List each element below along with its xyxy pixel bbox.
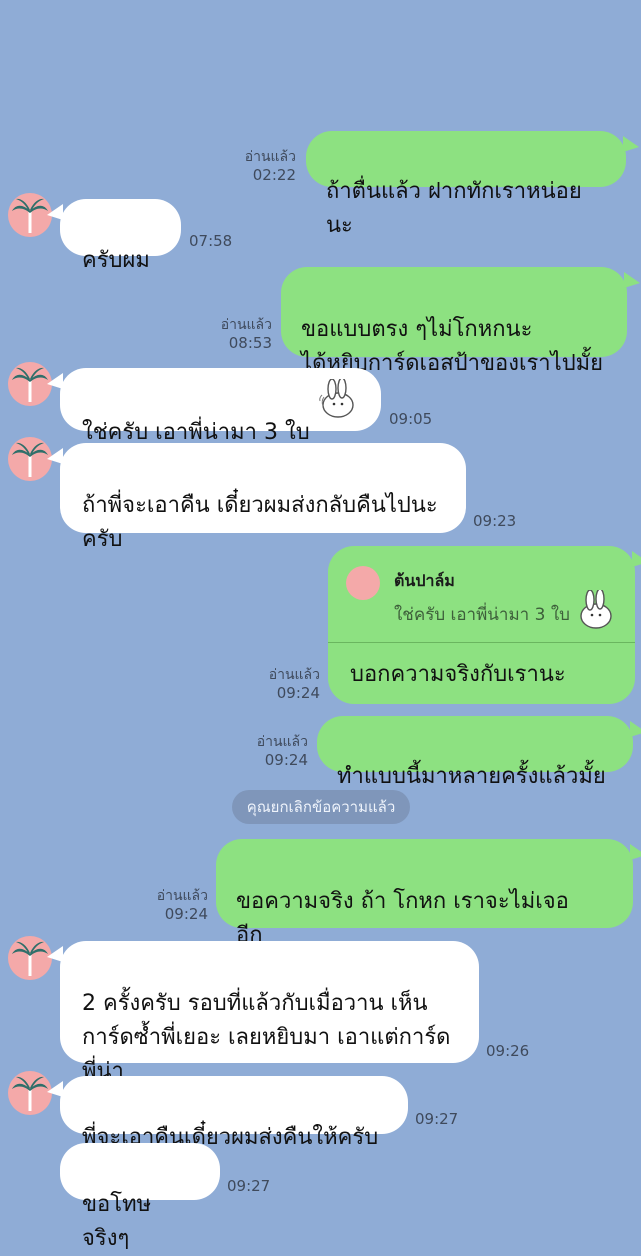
message-bubble-outgoing[interactable]: ถ้าตื่นแล้ว ฝากทักเราหน่อยนะ — [306, 131, 626, 238]
reply-avatar — [346, 566, 380, 600]
message-time: 09:23 — [473, 512, 517, 530]
palm-tree-icon — [12, 941, 48, 976]
message-text: ขอความจริง ถ้า โกหก เราจะไม่เจอ อีก — [236, 889, 569, 948]
message-bubble-outgoing[interactable]: ทำแบบนี้มาหลายครั้งแล้วมั้ย — [317, 716, 633, 789]
read-receipt: อ่านแล้ว 09:24 — [256, 734, 308, 769]
message-text: 2 ครั้งครับ รอบที่แล้วกับเมื่อวาน เห็น ก… — [82, 991, 451, 1084]
message-bubble-incoming[interactable]: 2 ครั้งครับ รอบที่แล้วกับเมื่อวาน เห็น ก… — [60, 941, 479, 1084]
bunny-sticker — [580, 590, 612, 629]
contact-avatar[interactable] — [8, 362, 52, 406]
palm-tree-icon — [12, 367, 48, 402]
read-receipt: อ่านแล้ว 09:24 — [156, 888, 208, 923]
message-bubble-incoming[interactable]: ถ้าพี่จะเอาคืน เดี๋ยวผมส่งกลับคืนไปนะ คร… — [60, 443, 466, 552]
message-text: ครับผม — [82, 248, 150, 273]
contact-avatar[interactable] — [8, 936, 52, 980]
message-bubble-incoming[interactable]: ครับผม — [60, 199, 181, 273]
message-time: 09:26 — [486, 1042, 530, 1060]
palm-tree-icon — [12, 198, 48, 233]
read-receipt: อ่านแล้ว 08:53 — [220, 317, 272, 352]
read-receipt: อ่านแล้ว 09:24 — [268, 667, 320, 702]
contact-avatar[interactable] — [8, 193, 52, 237]
system-message-pill: คุณยกเลิกข้อความแล้ว — [232, 790, 410, 824]
message-text: บอกความจริงกับเรานะ — [350, 662, 566, 687]
palm-tree-icon — [12, 442, 48, 477]
message-time: 07:58 — [189, 232, 233, 250]
message-bubble-reply[interactable]: ต้นปาล์ม ใช่ครับ เอาพี่น่ามา 3 ใบ บอกควา… — [328, 546, 635, 704]
reply-sender-name: ต้นปาล์ม — [394, 571, 455, 590]
message-bubble-incoming[interactable]: พี่จะเอาคืนเดี๋ยวผมส่งคืนให้ครับ — [60, 1076, 408, 1150]
contact-avatar[interactable] — [8, 437, 52, 481]
read-receipt: อ่านแล้ว 02:22 — [244, 149, 296, 184]
reply-divider — [328, 642, 635, 643]
message-text: ขอโทษจริงๆ — [82, 1192, 152, 1251]
message-time: 09:27 — [415, 1110, 459, 1128]
message-text: ทำแบบนี้มาหลายครั้งแล้วมั้ย — [337, 764, 606, 789]
message-text: ใช่ครับ เอาพี่น่ามา 3 ใบ — [82, 420, 310, 445]
message-bubble-outgoing[interactable]: ขอแบบตรง ๆไม่โกหกนะ ได้หยิบการ์ดเอสป้าขอ… — [281, 267, 627, 376]
message-text: ถ้าตื่นแล้ว ฝากทักเราหน่อยนะ — [326, 179, 582, 238]
message-text: ถ้าพี่จะเอาคืน เดี๋ยวผมส่งกลับคืนไปนะ คร… — [82, 493, 438, 552]
palm-tree-icon — [12, 1076, 48, 1111]
bunny-sticker — [319, 379, 354, 418]
message-time: 09:27 — [227, 1177, 271, 1195]
message-bubble-outgoing[interactable]: ขอความจริง ถ้า โกหก เราจะไม่เจอ อีก — [216, 839, 633, 948]
message-time: 09:05 — [389, 410, 433, 428]
contact-avatar[interactable] — [8, 1071, 52, 1115]
reply-quoted-text: ใช่ครับ เอาพี่น่ามา 3 ใบ — [394, 605, 570, 625]
message-bubble-incoming[interactable]: ขอโทษจริงๆ — [60, 1143, 220, 1251]
